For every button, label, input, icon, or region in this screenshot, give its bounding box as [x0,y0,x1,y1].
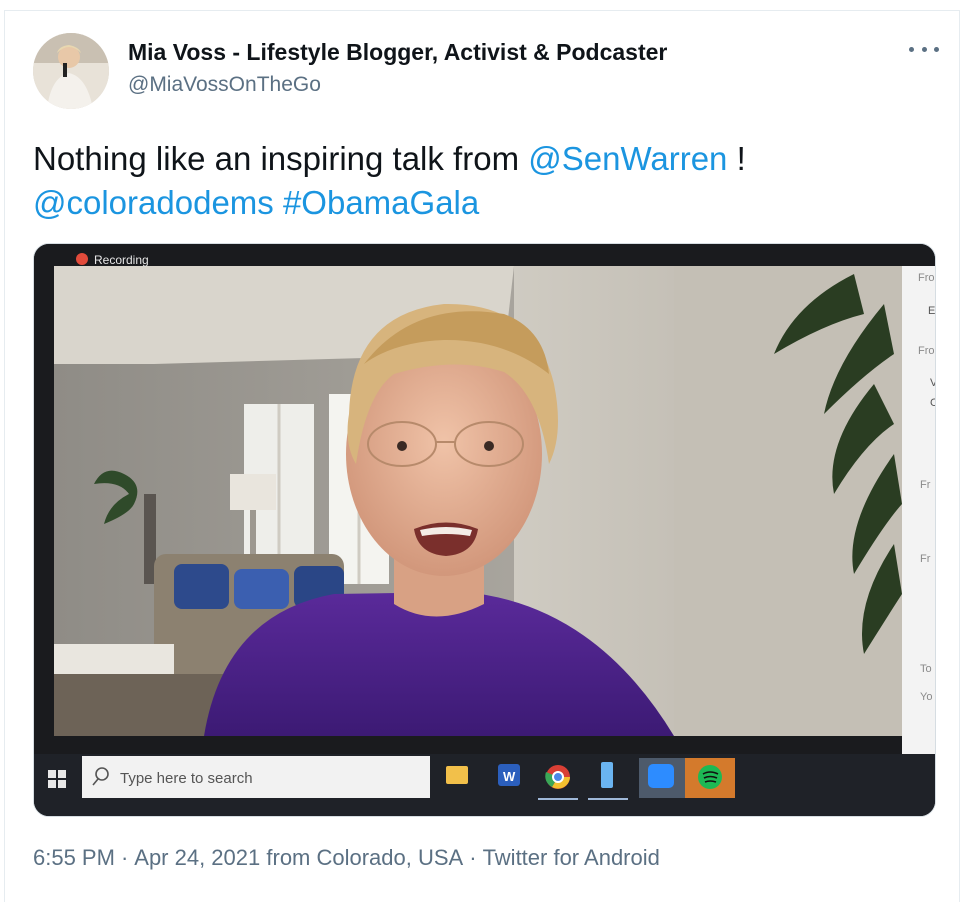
author-avatar[interactable] [33,33,109,109]
zoom-icon [648,764,674,788]
video-call-photo: Recording Fro E Fro V C Fr Fr To Yo [34,244,936,816]
panel-fragment: To [920,663,932,675]
file-explorer-icon [446,766,468,784]
panel-fragment: Fr [920,553,931,565]
tweet-date[interactable]: Apr 24, 2021 [134,845,260,870]
phone-icon [601,762,613,788]
author-handle[interactable]: @MiaVossOnTheGo [128,73,321,97]
recording-label: Recording [94,253,149,267]
avatar-photo [33,33,109,109]
taskbar-search-placeholder: Type here to search [120,770,253,787]
panel-fragment: E [928,305,935,317]
mention-coloradodems[interactable]: @coloradodems [33,184,274,221]
hashtag-obamagala[interactable]: #ObamaGala [283,184,479,221]
tweet-media-photo[interactable]: Recording Fro E Fro V C Fr Fr To Yo [33,243,936,817]
separator: · [120,845,129,870]
author-name[interactable]: Mia Voss - Lifestyle Blogger, Activist &… [128,39,667,66]
more-options-icon[interactable] [909,39,939,59]
panel-fragment: Fro [918,272,935,284]
tweet-text-start: Nothing like an inspiring talk from [33,140,529,177]
tweet-location: from Colorado, USA [266,845,464,870]
more-dot [909,46,914,52]
tweet-source[interactable]: Twitter for Android [483,845,660,870]
panel-fragment: Yo [920,691,932,703]
tweet-text-mid: ! [727,140,746,177]
mention-senwarren[interactable]: @SenWarren [528,140,727,177]
more-dot [934,46,939,52]
separator: · [469,845,477,870]
tweet-metadata: 6:55 PM · Apr 24, 2021 from Colorado, USA ·… [33,845,660,871]
panel-fragment: Fr [920,479,931,491]
tweet-time[interactable]: 6:55 PM [33,845,115,870]
svg-text:W: W [503,769,516,784]
panel-fragment: V [930,377,936,389]
panel-fragment: C [930,397,936,409]
tweet-text: Nothing like an inspiring talk from @Sen… [33,137,933,225]
panel-fragment: Fro [918,345,935,357]
tweet-card: Mia Voss - Lifestyle Blogger, Activist &… [4,10,960,902]
more-dot [921,46,927,52]
